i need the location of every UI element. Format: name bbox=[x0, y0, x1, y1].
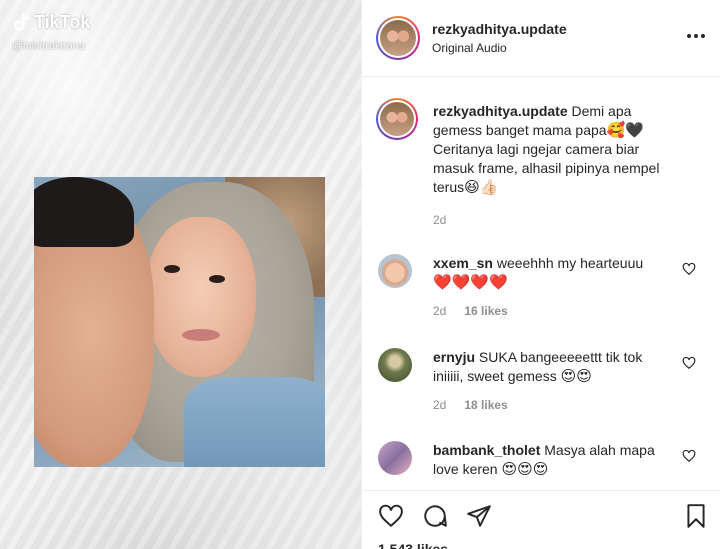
comment-avatar[interactable] bbox=[378, 348, 412, 382]
comment-emoji: 😍😍😍 bbox=[501, 461, 549, 478]
comment-username[interactable]: bambank_tholet bbox=[433, 442, 540, 458]
comment-time[interactable]: 2d bbox=[433, 302, 446, 321]
comments-section[interactable]: rezkyadhitya.update Demi apa gemess bang… bbox=[362, 78, 720, 490]
tiktok-handle: @inicitrakirana bbox=[12, 40, 85, 52]
comment-likes[interactable]: 18 likes bbox=[464, 396, 507, 415]
like-comment-icon[interactable] bbox=[682, 449, 696, 463]
post-sidebar: rezkyadhitya.update Original Audio rezky… bbox=[361, 0, 720, 549]
like-icon[interactable] bbox=[378, 503, 404, 529]
save-icon[interactable] bbox=[683, 503, 709, 529]
post-actions: 1,543 likes bbox=[362, 490, 720, 549]
header-avatar[interactable] bbox=[376, 16, 420, 60]
more-options-icon[interactable] bbox=[687, 34, 705, 38]
post-photo bbox=[34, 177, 325, 467]
comment-time[interactable]: 2d bbox=[433, 396, 446, 415]
comment-likes[interactable]: 16 likes bbox=[464, 302, 507, 321]
comment-username[interactable]: xxem_sn bbox=[433, 255, 493, 271]
like-comment-icon[interactable] bbox=[682, 262, 696, 276]
comment-emoji: 😍😍 bbox=[560, 368, 592, 385]
tiktok-brand-text: TikTok bbox=[34, 12, 91, 32]
post-header: rezkyadhitya.update Original Audio bbox=[362, 0, 720, 77]
caption-emoji-2: 😆👍🏻 bbox=[464, 179, 499, 196]
caption-time[interactable]: 2d bbox=[433, 211, 446, 230]
photo-face-woman bbox=[146, 217, 256, 377]
caption-avatar[interactable] bbox=[376, 98, 418, 140]
comment-emoji: ❤️❤️❤️❤️ bbox=[433, 274, 508, 291]
photo-eye-right bbox=[209, 275, 225, 283]
post-media[interactable]: TikTok @inicitrakirana bbox=[0, 0, 361, 549]
caption-emoji-1: 🥰🖤 bbox=[606, 122, 644, 139]
comment-avatar[interactable] bbox=[378, 254, 412, 288]
like-comment-icon[interactable] bbox=[682, 356, 696, 370]
comment-text: weeehhh my hearteuuu bbox=[496, 255, 644, 271]
comment-icon[interactable] bbox=[422, 503, 448, 529]
photo-lips bbox=[182, 329, 220, 341]
share-icon[interactable] bbox=[466, 503, 492, 529]
comment-username[interactable]: ernyju bbox=[433, 349, 475, 365]
audio-link[interactable]: Original Audio bbox=[432, 41, 567, 55]
tiktok-watermark: TikTok bbox=[12, 12, 90, 33]
photo-hair-man bbox=[34, 177, 134, 247]
header-username[interactable]: rezkyadhitya.update bbox=[432, 21, 567, 37]
comment-avatar[interactable] bbox=[378, 441, 412, 475]
photo-eye-left bbox=[164, 265, 180, 273]
tiktok-icon bbox=[14, 12, 30, 31]
photo-shirt bbox=[184, 377, 325, 467]
caption-username[interactable]: rezkyadhitya.update bbox=[433, 103, 568, 119]
likes-count[interactable]: 1,543 likes bbox=[378, 541, 448, 549]
